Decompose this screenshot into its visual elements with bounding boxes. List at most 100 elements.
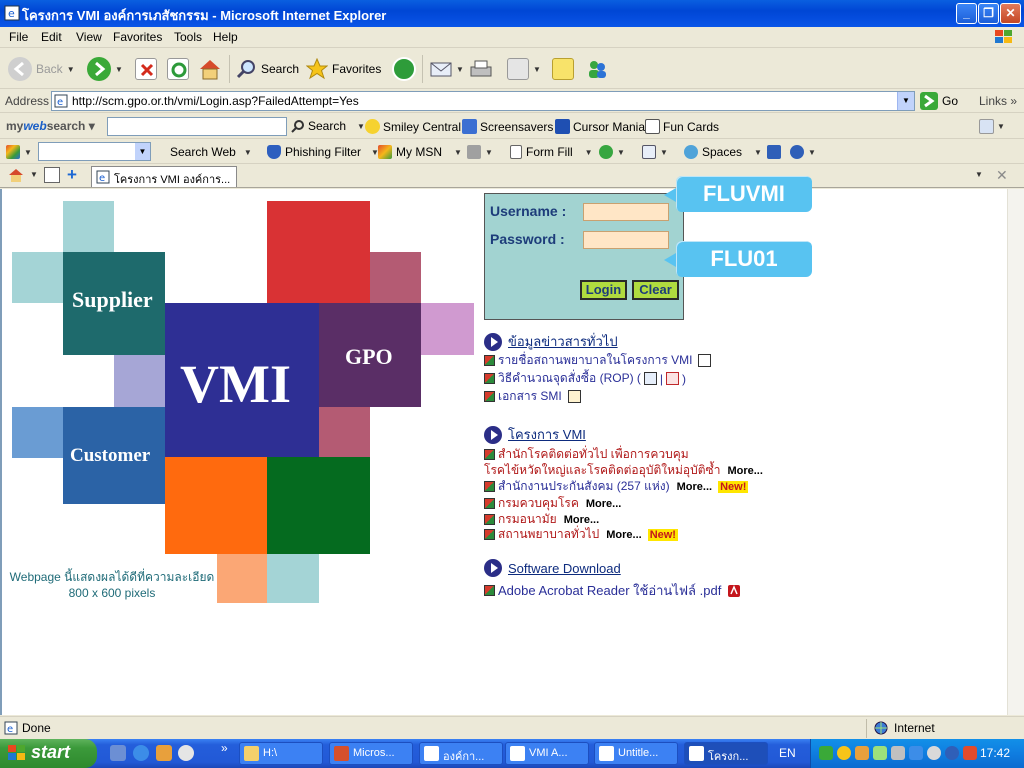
clear-button[interactable]: Clear [632,280,679,300]
go-button[interactable]: Go [920,92,958,110]
mail-dropdown-icon[interactable]: ▼ [456,65,464,74]
pdf-icon[interactable] [666,372,680,385]
form-fill-button[interactable]: Form Fill ▼ [510,145,593,159]
quick-tabs-home-icon[interactable] [8,167,24,183]
menu-edit[interactable]: Edit [41,30,62,44]
smiley-central-link[interactable]: Smiley Central [365,119,461,134]
more-link[interactable]: More... [727,465,762,477]
search-web-button[interactable]: Search Web ▼ [170,145,252,159]
password-input[interactable] [583,231,669,249]
mail-button[interactable]: ▼ [642,145,668,159]
more-link[interactable]: More... [586,498,621,510]
refresh-button[interactable] [167,55,189,83]
tray-app-icon[interactable] [855,746,869,760]
checkbox-button[interactable] [767,145,781,159]
close-button[interactable]: ✕ [1000,3,1021,24]
menu-tools[interactable]: Tools [174,30,202,44]
login-button[interactable]: Login [580,280,627,300]
phishing-filter-button[interactable]: Phishing Filter ▼ [267,145,379,159]
quicklaunch-app-icon[interactable] [156,745,172,761]
messenger-button[interactable]: ▼ [599,145,625,159]
tray-volume-icon[interactable] [927,746,941,760]
task-vmi-project[interactable]: โครงก... [684,742,768,765]
quicklaunch-media-icon[interactable] [178,745,194,761]
quicklaunch-more-icon[interactable]: » [221,741,228,755]
mws-options-button[interactable]: ▼ [979,119,1005,134]
print-button[interactable] [469,55,492,83]
new-tab-icon[interactable]: + [67,165,77,185]
back-dropdown-icon[interactable]: ▼ [67,65,75,74]
history-button[interactable] [392,55,416,83]
security-zone[interactable]: Internet [874,721,935,735]
favorites-button[interactable]: Favorites [305,55,381,83]
username-input[interactable] [583,203,669,221]
messenger-dropdown-icon[interactable]: ▼ [617,148,625,157]
edit-button[interactable]: ▼ [507,55,541,83]
tray-security-icon[interactable] [873,746,887,760]
links-button[interactable]: Links » [979,94,1017,108]
msn-search-combo[interactable]: ▼ [38,142,151,161]
tray-network-icon[interactable] [819,746,833,760]
mywebsearch-input[interactable] [107,117,287,136]
edit-dropdown-icon[interactable]: ▼ [533,65,541,74]
forward-button[interactable]: ▼ [87,55,123,83]
rss-dropdown-icon[interactable]: ▼ [485,148,493,157]
search-button[interactable]: Search [235,55,299,83]
rss-button[interactable]: ▼ [467,145,493,159]
spaces-button[interactable]: Spaces ▼ [684,145,762,159]
cursor-mania-link[interactable]: Cursor Mania [555,119,645,134]
my-msn-dropdown-icon[interactable]: ▼ [454,148,462,157]
tab-menu-dropdown-icon[interactable]: ▼ [975,170,983,179]
vertical-scrollbar[interactable] [1007,189,1024,715]
news-item-smi[interactable]: เอกสาร SMI [484,387,581,406]
more-link[interactable]: More... [606,529,641,541]
menu-view[interactable]: View [76,30,102,44]
task-vmi-a[interactable]: VMI A... [505,742,589,765]
quicklaunch-desktop-icon[interactable] [110,745,126,761]
options-dropdown-icon[interactable]: ▼ [997,122,1005,131]
start-button[interactable]: start [0,739,97,768]
help-button[interactable]: ▼ [790,145,816,159]
form-fill-dropdown-icon[interactable]: ▼ [585,148,593,157]
menu-favorites[interactable]: Favorites [113,30,162,44]
stop-button[interactable] [135,55,157,83]
task-untitled[interactable]: Untitle... [594,742,678,765]
quicklaunch-ie-icon[interactable] [133,745,149,761]
tray-alert-icon[interactable] [963,746,977,760]
fun-cards-link[interactable]: Fun Cards [645,119,719,134]
restore-button[interactable]: ❐ [978,3,999,24]
software-section-heading[interactable]: Software Download [484,559,621,577]
mywebsearch-search-button[interactable]: Search ▼ [291,119,365,133]
title-bar[interactable]: e โครงการ VMI องค์การเภสัชกรรม - Microso… [0,0,1024,27]
my-msn-button[interactable]: My MSN ▼ [378,145,462,159]
minimize-button[interactable]: _ [956,3,977,24]
mail-dropdown-icon[interactable]: ▼ [660,148,668,157]
word-doc-icon[interactable] [643,372,657,385]
menu-file[interactable]: File [9,30,28,44]
msn-menu-button[interactable]: ▼ [6,145,32,159]
close-tab-icon[interactable]: ✕ [996,167,1008,184]
forward-dropdown-icon[interactable]: ▼ [115,65,123,74]
task-h-drive[interactable]: H:\ [239,742,323,765]
tray-update-icon[interactable] [909,746,923,760]
messenger-button[interactable] [585,55,607,83]
quick-tabs-dropdown-icon[interactable]: ▼ [30,170,38,179]
news-item-hospitals[interactable]: รายชื่อสถานพยาบาลในโครงการ VMI [484,351,712,370]
more-link[interactable]: More... [677,481,712,493]
combo-dropdown-icon[interactable]: ▼ [135,143,150,160]
document-icon[interactable] [698,354,712,367]
mail-button[interactable]: ▼ [430,55,464,83]
document-icon[interactable] [567,390,581,403]
spaces-dropdown-icon[interactable]: ▼ [754,148,762,157]
tab-vmi[interactable]: e โครงการ VMI องค์การ... [91,166,237,187]
more-link[interactable]: More... [564,514,599,526]
tray-info-icon[interactable] [945,746,959,760]
search-dropdown-icon[interactable]: ▼ [357,122,365,131]
address-dropdown-icon[interactable]: ▼ [897,92,914,110]
search-web-dropdown-icon[interactable]: ▼ [244,148,252,157]
home-button[interactable] [198,55,220,83]
msn-dropdown-icon[interactable]: ▼ [24,148,32,157]
mywebsearch-logo[interactable]: mywebsearch ▾ [6,119,95,133]
acrobat-reader-link[interactable]: Adobe Acrobat Reader ใช้อ่านไฟล์ .pdf [484,580,741,601]
discuss-button[interactable] [552,55,574,83]
